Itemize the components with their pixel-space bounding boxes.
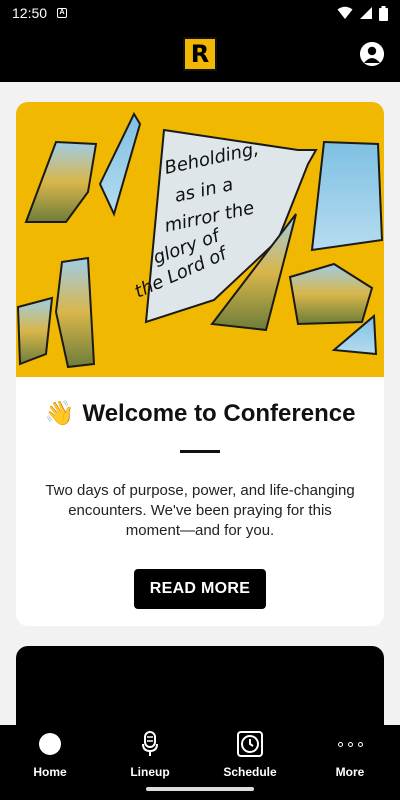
read-more-button[interactable]: READ MORE	[133, 569, 267, 609]
nav-schedule-label: Schedule	[223, 765, 277, 779]
home-icon	[39, 733, 61, 755]
signal-icon	[360, 7, 372, 19]
nav-lineup-label: Lineup	[130, 765, 170, 779]
wifi-icon	[337, 6, 353, 19]
hero-image: Beholding, as in a mirror the glory of t…	[16, 102, 384, 377]
card-title: 👋 Welcome to Conference	[16, 399, 384, 428]
divider	[180, 450, 220, 453]
nav-more-label: More	[335, 765, 365, 779]
status-time: 12:50	[12, 5, 48, 21]
profile-button[interactable]	[360, 42, 384, 66]
content-scroll[interactable]: Beholding, as in a mirror the glory of t…	[0, 82, 400, 725]
status-bar: 12:50 A	[0, 0, 400, 26]
card-body: 👋 Welcome to Conference Two days of purp…	[16, 377, 384, 609]
nav-home-label: Home	[33, 765, 67, 779]
video-card[interactable]	[16, 646, 384, 725]
hero-collage: Beholding, as in a mirror the glory of t…	[16, 111, 384, 369]
logo-letter: R	[190, 40, 210, 68]
welcome-card[interactable]: Beholding, as in a mirror the glory of t…	[16, 102, 384, 626]
nav-home[interactable]: Home	[0, 725, 100, 800]
card-title-text: Welcome to Conference	[82, 399, 356, 427]
app-header: R	[0, 26, 400, 82]
nav-more[interactable]: More	[300, 725, 400, 800]
account-icon	[360, 42, 384, 66]
card-description: Two days of purpose, power, and life-cha…	[45, 482, 355, 539]
more-icon	[337, 741, 363, 747]
waving-hand-icon: 👋	[44, 400, 75, 427]
clock-icon	[237, 731, 263, 757]
battery-icon	[379, 5, 388, 21]
app-logo[interactable]: R	[183, 37, 217, 71]
gesture-bar[interactable]	[146, 787, 254, 791]
microphone-icon	[142, 731, 158, 756]
notification-icon: A	[57, 8, 68, 18]
